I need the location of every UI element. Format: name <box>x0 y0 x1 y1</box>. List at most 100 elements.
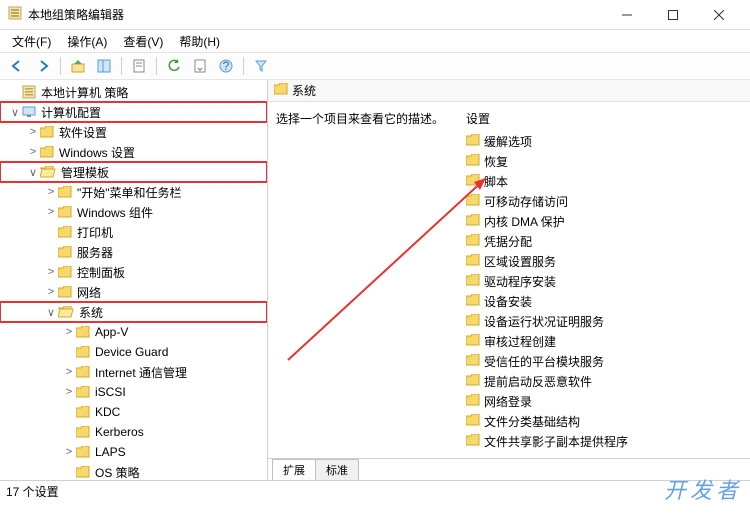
minimize-button[interactable] <box>604 1 650 29</box>
maximize-button[interactable] <box>650 1 696 29</box>
list-item[interactable]: 内核 DMA 保护 <box>466 211 742 231</box>
folder-icon <box>40 126 54 138</box>
folder-icon <box>466 234 480 249</box>
folder-icon <box>40 146 54 158</box>
expander-icon[interactable]: ∨ <box>8 106 22 119</box>
tree-admin-templates[interactable]: ∨ 管理模板 <box>0 162 267 182</box>
app-icon <box>8 6 22 23</box>
toolbar-separator <box>243 57 244 75</box>
filter-button[interactable] <box>250 55 272 77</box>
tree-software-settings[interactable]: > 软件设置 <box>0 122 267 142</box>
list-item-label: 区域设置服务 <box>484 253 556 270</box>
description-text: 选择一个项目来查看它的描述。 <box>276 110 456 127</box>
expander-icon[interactable]: > <box>44 286 58 298</box>
menu-file[interactable]: 文件(F) <box>6 31 57 52</box>
list-item[interactable]: 可移动存储访问 <box>466 191 742 211</box>
expander-icon[interactable]: > <box>26 146 40 158</box>
tree-windows-settings[interactable]: >Windows 设置 <box>0 142 267 162</box>
list-item[interactable]: 恢复 <box>466 151 742 171</box>
folder-icon <box>466 394 480 409</box>
list-item[interactable]: 缓解选项 <box>466 131 742 151</box>
settings-list[interactable]: 设置 缓解选项恢复脚本可移动存储访问内核 DMA 保护凭据分配区域设置服务驱动程… <box>466 110 742 450</box>
list-item[interactable]: 文件分类基础结构 <box>466 411 742 431</box>
list-item[interactable]: 提前启动反恶意软件 <box>466 371 742 391</box>
tree-iscsi[interactable]: >iSCSI <box>0 382 267 402</box>
folder-icon <box>274 83 288 98</box>
tree-node-label: OS 策略 <box>93 464 142 481</box>
tree-node-label: 控制面板 <box>75 264 127 281</box>
tree-appv[interactable]: >App-V <box>0 322 267 342</box>
tree-start-taskbar[interactable]: > "开始"菜单和任务栏 <box>0 182 267 202</box>
list-item[interactable]: 区域设置服务 <box>466 251 742 271</box>
tree-os-policy[interactable]: OS 策略 <box>0 462 267 480</box>
folder-icon <box>466 134 480 149</box>
list-item-label: 可移动存储访问 <box>484 193 568 210</box>
list-item-label: 脚本 <box>484 173 508 190</box>
list-item[interactable]: 网络登录 <box>466 391 742 411</box>
folder-icon <box>466 154 480 169</box>
list-item[interactable]: 凭据分配 <box>466 231 742 251</box>
toolbar-separator <box>60 57 61 75</box>
tab-standard[interactable]: 标准 <box>315 459 359 480</box>
list-item[interactable]: 文件共享影子副本提供程序 <box>466 431 742 450</box>
forward-button[interactable] <box>32 55 54 77</box>
show-hide-button[interactable] <box>93 55 115 77</box>
expander-icon[interactable]: > <box>26 126 40 138</box>
tree-node-label: 管理模板 <box>59 164 111 181</box>
tree-device-guard[interactable]: Device Guard <box>0 342 267 362</box>
list-item[interactable]: 审核过程创建 <box>466 331 742 351</box>
tree-node-label: Kerberos <box>93 425 146 439</box>
list-item-label: 设备安装 <box>484 293 532 310</box>
menu-view[interactable]: 查看(V) <box>117 31 169 52</box>
tree-server[interactable]: 服务器 <box>0 242 267 262</box>
menu-action[interactable]: 操作(A) <box>61 31 113 52</box>
list-item[interactable]: 设备安装 <box>466 291 742 311</box>
expander-icon[interactable]: > <box>44 186 58 198</box>
list-item-label: 缓解选项 <box>484 133 532 150</box>
tree-system[interactable]: ∨系统 <box>0 302 267 322</box>
list-item[interactable]: 设备运行状况证明服务 <box>466 311 742 331</box>
tree-root[interactable]: 本地计算机 策略 <box>0 82 267 102</box>
tree-node-label: 网络 <box>75 284 103 301</box>
expander-icon[interactable]: > <box>62 446 76 458</box>
refresh-button[interactable] <box>163 55 185 77</box>
list-item[interactable]: 受信任的平台模块服务 <box>466 351 742 371</box>
folder-icon <box>466 414 480 429</box>
properties-button[interactable] <box>128 55 150 77</box>
tree-node-label: "开始"菜单和任务栏 <box>75 184 184 201</box>
list-item[interactable]: 驱动程序安装 <box>466 271 742 291</box>
tree-kdc[interactable]: KDC <box>0 402 267 422</box>
folder-icon <box>58 306 74 318</box>
tree-network[interactable]: > 网络 <box>0 282 267 302</box>
expander-icon[interactable]: > <box>62 386 76 398</box>
help-button[interactable]: ? <box>215 55 237 77</box>
list-item-label: 凭据分配 <box>484 233 532 250</box>
expander-icon[interactable]: ∨ <box>44 306 58 319</box>
expander-icon[interactable]: ∨ <box>26 166 40 179</box>
tree-printers[interactable]: 打印机 <box>0 222 267 242</box>
menu-help[interactable]: 帮助(H) <box>173 31 226 52</box>
export-button[interactable] <box>189 55 211 77</box>
expander-icon[interactable]: > <box>44 266 58 278</box>
tab-extended[interactable]: 扩展 <box>272 459 316 480</box>
tree-control-panel[interactable]: > 控制面板 <box>0 262 267 282</box>
tree-kerberos[interactable]: Kerberos <box>0 422 267 442</box>
expander-icon[interactable]: > <box>44 206 58 218</box>
expander-icon[interactable]: > <box>62 326 76 338</box>
up-button[interactable] <box>67 55 89 77</box>
menubar: 文件(F) 操作(A) 查看(V) 帮助(H) <box>0 30 750 52</box>
tree-pane[interactable]: 本地计算机 策略∨计算机配置>软件设置>Windows 设置∨管理模板>"开始"… <box>0 80 268 480</box>
back-button[interactable] <box>6 55 28 77</box>
tree-computer-config[interactable]: ∨计算机配置 <box>0 102 267 122</box>
tree-laps[interactable]: >LAPS <box>0 442 267 462</box>
tree-node-label: Internet 通信管理 <box>93 364 189 381</box>
tree-windows-components[interactable]: >Windows 组件 <box>0 202 267 222</box>
expander-icon[interactable]: > <box>62 366 76 378</box>
list-item[interactable]: 脚本 <box>466 171 742 191</box>
tree-internet-comm[interactable]: > Internet 通信管理 <box>0 362 267 382</box>
details-title: 系统 <box>292 82 316 99</box>
titlebar: 本地组策略编辑器 <box>0 0 750 30</box>
list-item-label: 恢复 <box>484 153 508 170</box>
close-button[interactable] <box>696 1 742 29</box>
tree-node-label: 软件设置 <box>57 124 109 141</box>
